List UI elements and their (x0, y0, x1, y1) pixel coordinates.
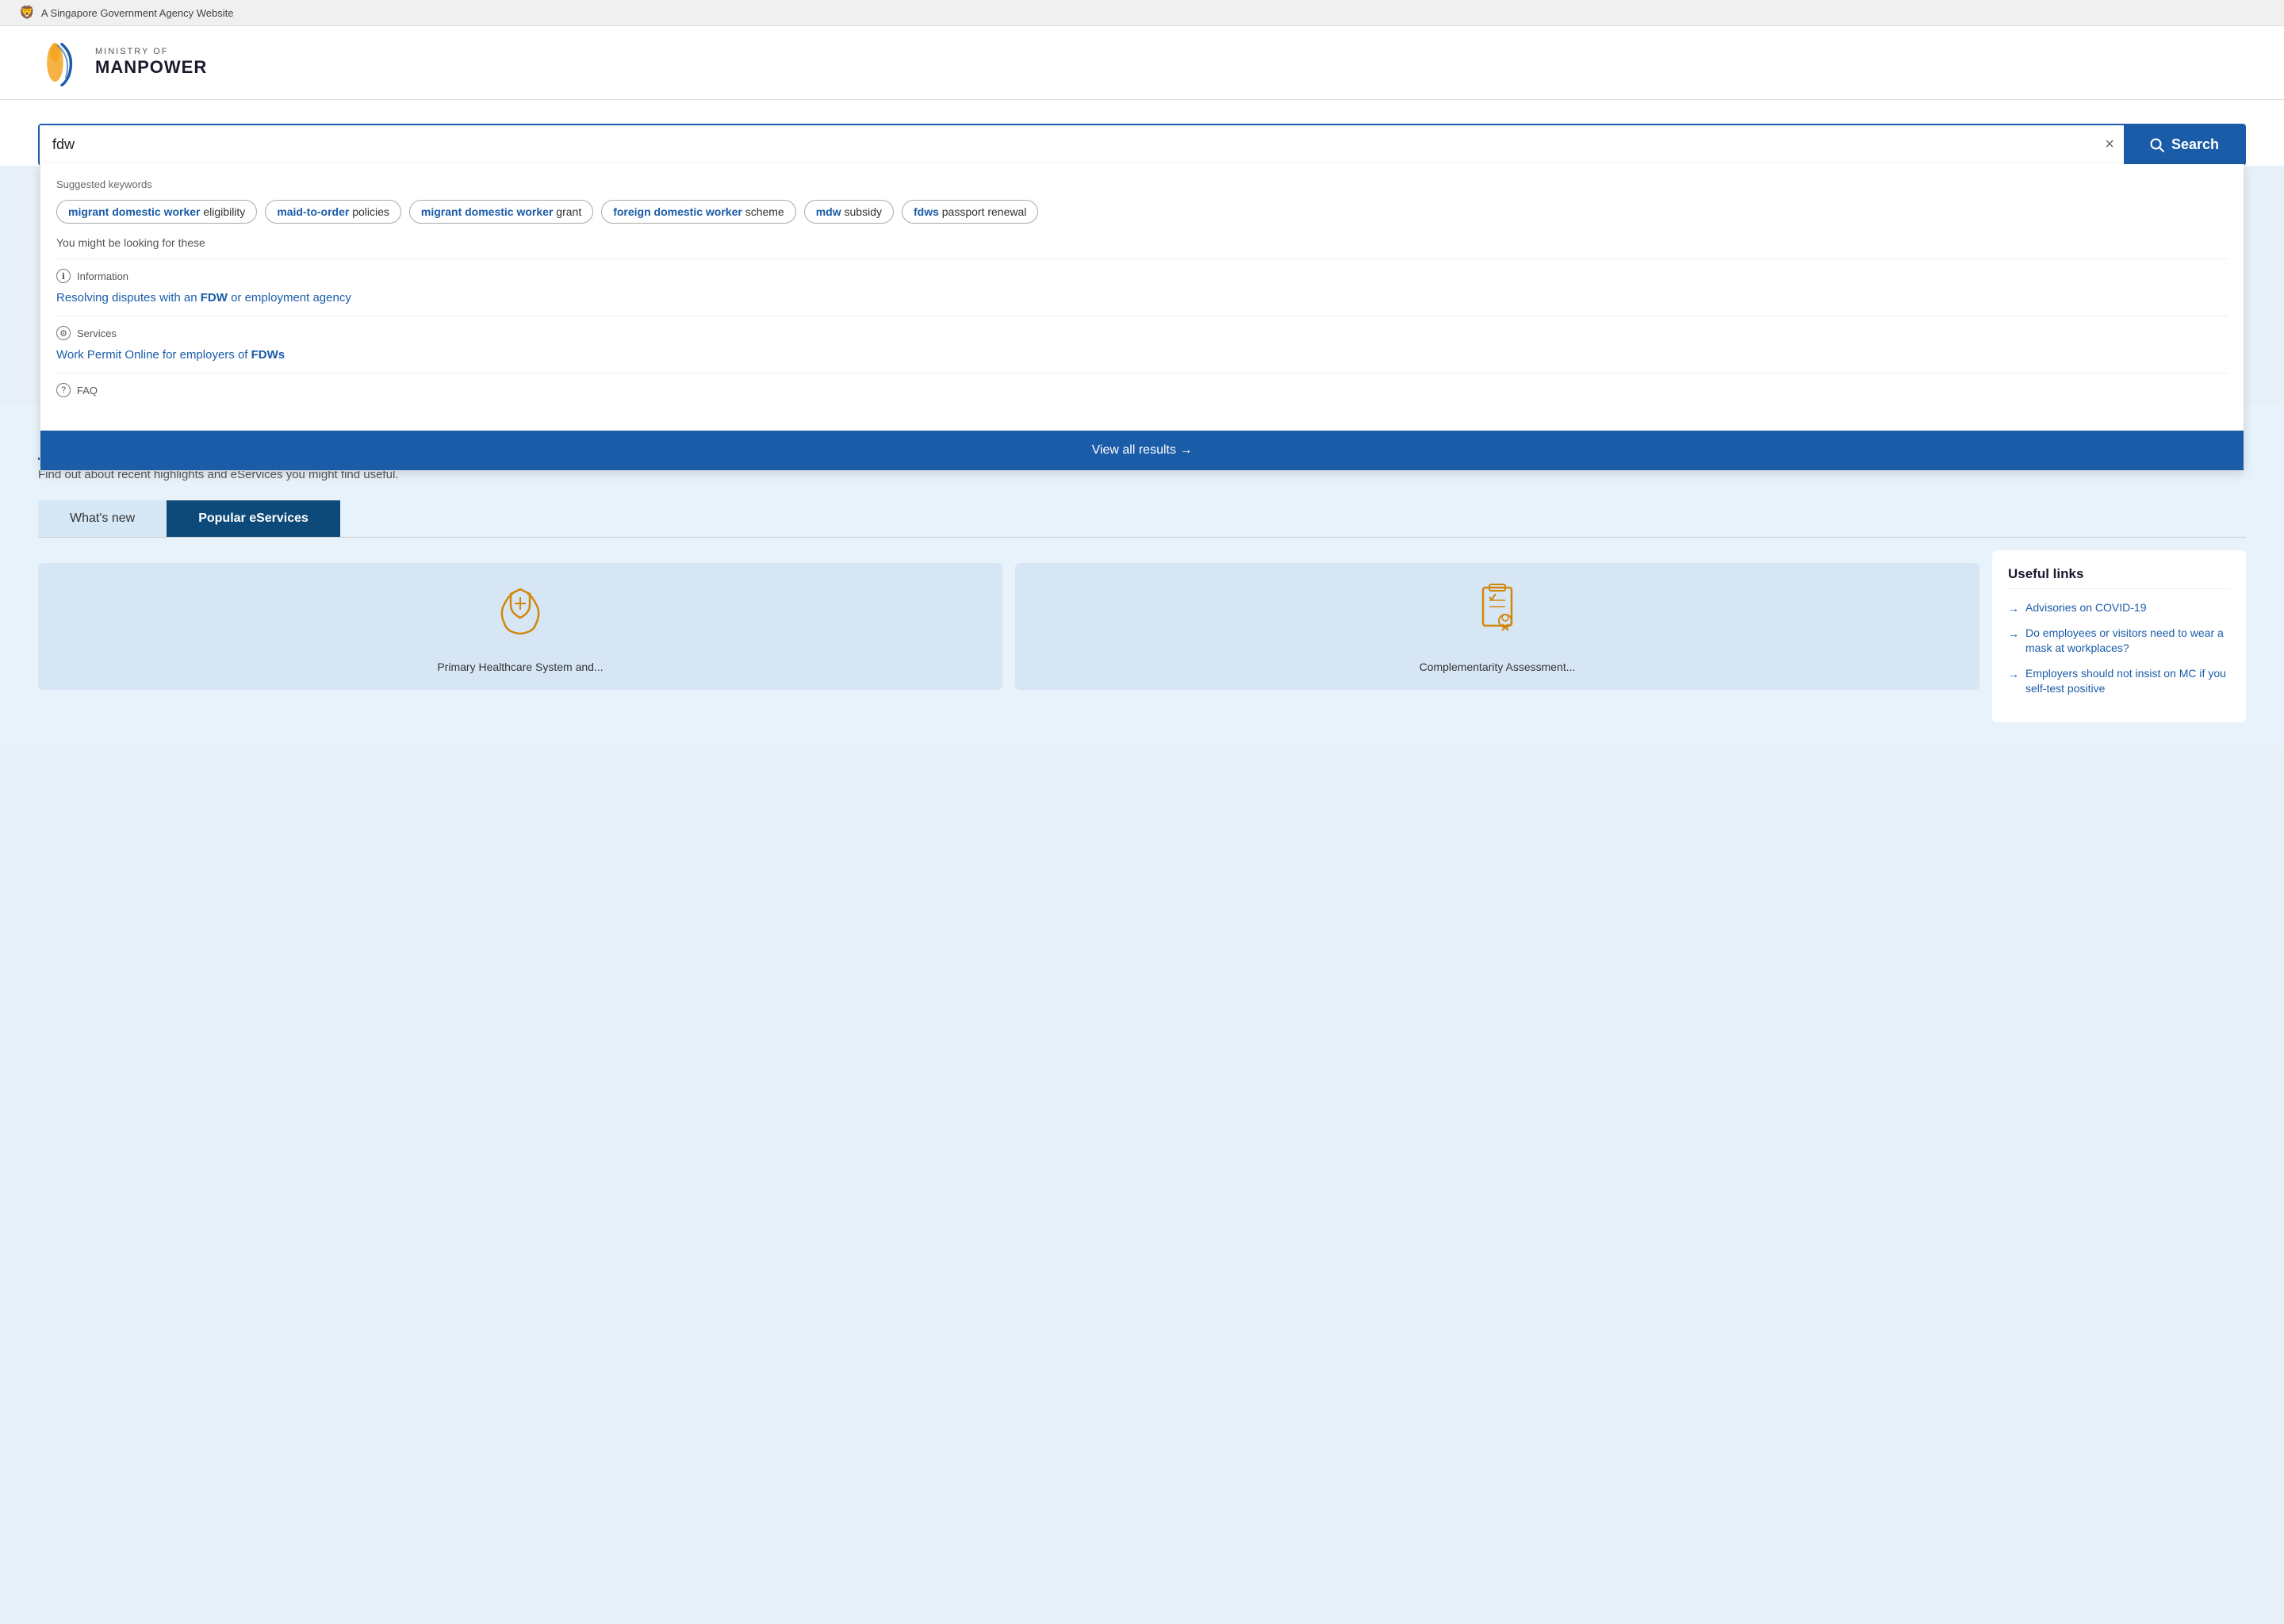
arrow-icon-mask: → (2008, 627, 2019, 640)
mom-logo-icon[interactable] (38, 39, 86, 86)
section-type-services: Services (77, 327, 117, 339)
section-type-faq: FAQ (77, 385, 98, 396)
useful-link-covid: → Advisories on COVID-19 (2008, 600, 2230, 616)
dropdown-inner: Suggested keywords migrant domestic work… (40, 164, 2244, 427)
useful-link-mc-link[interactable]: Employers should not insist on MC if you… (2025, 666, 2230, 697)
logo-area: MINISTRY OF MANPOWER (38, 39, 2246, 86)
useful-links-title: Useful links (2008, 566, 2230, 589)
clear-button[interactable]: × (2095, 125, 2124, 164)
section-type-information: Information (77, 270, 128, 282)
search-input[interactable] (40, 125, 2095, 164)
tab-whats-new[interactable]: What's new (38, 500, 167, 537)
card-complementarity-title: Complementarity Assessment... (1420, 661, 1576, 673)
search-container: × Search Suggested keywords migrant dome… (0, 100, 2284, 166)
tab-popular-eservices[interactable]: Popular eServices (167, 500, 340, 537)
healthcare-icon (489, 580, 552, 653)
search-dropdown: Suggested keywords migrant domestic work… (40, 164, 2244, 471)
gear-icon: ⚙ (56, 326, 71, 340)
chip-maid-to-order-policies[interactable]: maid-to-order policies (265, 200, 401, 224)
section-header-information: ℹ Information (56, 269, 2228, 283)
section-header-faq: ? FAQ (56, 383, 2228, 397)
gov-bar: 🦁 A Singapore Government Agency Website (0, 0, 2284, 26)
suggested-label: Suggested keywords (56, 178, 2228, 190)
useful-link-mask: → Do employees or visitors need to wear … (2008, 626, 2230, 657)
view-all-button[interactable]: View all results → (40, 431, 2244, 470)
useful-links-box: Useful links → Advisories on COVID-19 → … (1992, 550, 2246, 722)
info-icon: ℹ (56, 269, 71, 283)
chip-mdw-subsidy[interactable]: mdw subsidy (804, 200, 894, 224)
result-section-information: ℹ Information Resolving disputes with an… (56, 259, 2228, 316)
result-link-fdw-disputes[interactable]: Resolving disputes with an FDW or employ… (56, 289, 2228, 306)
chip-migrant-domestic-worker-grant[interactable]: migrant domestic worker grant (409, 200, 593, 224)
lion-icon: 🦁 (19, 5, 35, 21)
chip-foreign-domestic-worker-scheme[interactable]: foreign domestic worker scheme (601, 200, 796, 224)
ministry-of-label: MINISTRY OF (95, 47, 207, 57)
search-box: × Search Suggested keywords migrant dome… (38, 124, 2246, 166)
chip-fdws-passport-renewal[interactable]: fdws passport renewal (902, 200, 1038, 224)
manpower-label: MANPOWER (95, 57, 207, 78)
highlights-tabs: What's new Popular eServices (38, 500, 2246, 538)
bottom-cards-row: Primary Healthcare System and... (38, 550, 2246, 722)
search-icon (2149, 137, 2165, 153)
complementarity-icon (1466, 580, 1529, 653)
chip-migrant-domestic-worker-eligibility[interactable]: migrant domestic worker eligibility (56, 200, 257, 224)
search-button[interactable]: Search (2124, 125, 2244, 164)
logo-text: MINISTRY OF MANPOWER (95, 47, 207, 79)
gov-bar-text: A Singapore Government Agency Website (41, 7, 234, 19)
arrow-icon-covid: → (2008, 602, 2019, 615)
result-section-services: ⚙ Services Work Permit Online for employ… (56, 316, 2228, 373)
arrow-icon-mc: → (2008, 668, 2019, 680)
card-complementarity[interactable]: Complementarity Assessment... (1015, 563, 1979, 690)
result-link-work-permit[interactable]: Work Permit Online for employers of FDWs (56, 347, 2228, 363)
useful-link-mc: → Employers should not insist on MC if y… (2008, 666, 2230, 697)
keyword-chips: migrant domestic worker eligibility maid… (56, 200, 2228, 224)
card-healthcare-title: Primary Healthcare System and... (437, 661, 603, 673)
section-header-services: ⚙ Services (56, 326, 2228, 340)
result-section-faq: ? FAQ (56, 373, 2228, 413)
faq-icon: ? (56, 383, 71, 397)
useful-link-mask-link[interactable]: Do employees or visitors need to wear a … (2025, 626, 2230, 657)
card-healthcare[interactable]: Primary Healthcare System and... (38, 563, 1002, 690)
header: MINISTRY OF MANPOWER (0, 26, 2284, 100)
might-looking-label: You might be looking for these (56, 236, 2228, 249)
useful-link-covid-link[interactable]: Advisories on COVID-19 (2025, 600, 2147, 616)
